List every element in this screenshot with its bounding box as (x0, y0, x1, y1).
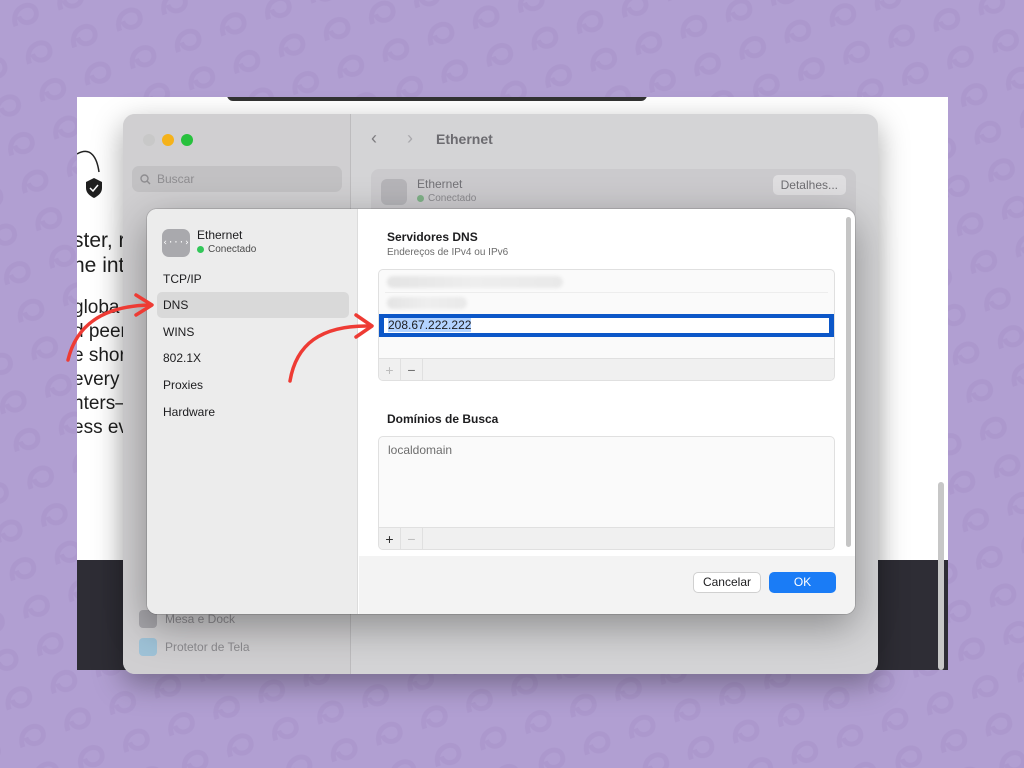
close-window-button[interactable] (143, 134, 155, 146)
search-domain-item[interactable]: localdomain (388, 443, 452, 457)
remove-dns-button[interactable]: − (401, 358, 423, 380)
service-name: Ethernet (417, 177, 463, 191)
web-text-line: ster, r (77, 229, 126, 252)
sidebar-item-label: Mesa e Dock (165, 612, 236, 626)
screen-saver-icon (139, 638, 157, 656)
page-headline-fragment (227, 97, 647, 101)
network-details-sheet: ‹···› Ethernet Conectado TCP/IP DNS WINS… (147, 209, 855, 614)
sheet-sidebar: ‹···› Ethernet Conectado TCP/IP DNS WINS… (147, 209, 358, 614)
tab-802-1x[interactable]: 802.1X (157, 345, 349, 371)
minimize-window-button[interactable] (162, 134, 174, 146)
web-text-line: ne int (77, 254, 125, 277)
zoom-window-button[interactable] (181, 134, 193, 146)
tab-dns[interactable]: DNS (157, 292, 349, 318)
sheet-scrollbar[interactable] (846, 217, 851, 547)
ethernet-icon (381, 179, 407, 205)
row-divider (385, 292, 828, 293)
tab-wins[interactable]: WINS (157, 319, 349, 345)
sidebar-item-screen-saver[interactable]: Protetor de Tela (139, 638, 250, 656)
dns-servers-subtitle: Endereços de IPv4 ou IPv6 (387, 247, 509, 258)
connected-dot-icon (197, 246, 204, 253)
web-text-line: every (77, 369, 120, 390)
dns-server-list: 208.67.222.222 + − (378, 269, 835, 381)
add-dns-button[interactable]: + (379, 358, 401, 380)
cancel-button[interactable]: Cancelar (692, 572, 761, 593)
settings-search-field[interactable]: Buscar (132, 166, 342, 192)
interface-status-text: Conectado (208, 244, 257, 255)
dns-entry-value: 208.67.222.222 (388, 318, 472, 332)
sheet-content: Servidores DNS Endereços de IPv4 ou IPv6… (359, 209, 855, 614)
tab-hardware[interactable]: Hardware (157, 399, 349, 425)
dns-servers-title: Servidores DNS (387, 230, 478, 244)
dns-entry-redacted[interactable] (387, 276, 563, 288)
tab-proxies[interactable]: Proxies (157, 372, 349, 398)
sheet-footer: Cancelar OK (359, 556, 855, 614)
interface-name: Ethernet (197, 228, 243, 242)
page-scrollbar[interactable] (938, 482, 944, 670)
status-dot-icon (417, 195, 424, 202)
search-domains-list: localdomain + − (378, 436, 835, 550)
page-title: Ethernet (436, 131, 493, 147)
interface-status: Conectado (197, 244, 256, 255)
add-domain-button[interactable]: + (379, 527, 401, 549)
search-icon (140, 173, 151, 184)
web-text-line: nters– (77, 393, 126, 414)
domains-list-toolbar: + − (379, 527, 834, 549)
dns-entry-input[interactable]: 208.67.222.222 (383, 317, 830, 334)
dns-list-toolbar: + − (379, 358, 834, 380)
web-text-line: e shor (77, 345, 126, 366)
search-placeholder: Buscar (157, 172, 195, 186)
sidebar-item-label: Protetor de Tela (165, 640, 250, 654)
remove-domain-button[interactable]: − (401, 527, 423, 549)
forward-chevron-icon[interactable]: › (407, 128, 413, 149)
status-text: Conectado (428, 193, 477, 204)
details-button[interactable]: Detalhes... (772, 175, 846, 195)
web-text-line: globa (77, 297, 120, 318)
dns-entry-redacted[interactable] (387, 297, 467, 309)
search-domains-title: Domínios de Busca (387, 412, 499, 426)
ok-button[interactable]: OK (769, 572, 836, 593)
shield-icon (77, 150, 102, 198)
service-status: Conectado (417, 193, 476, 204)
back-chevron-icon[interactable]: ‹ (371, 128, 377, 149)
ethernet-icon: ‹···› (162, 229, 190, 257)
tab-tcp-ip[interactable]: TCP/IP (157, 266, 349, 292)
dns-entry-editing[interactable]: 208.67.222.222 (379, 314, 834, 337)
